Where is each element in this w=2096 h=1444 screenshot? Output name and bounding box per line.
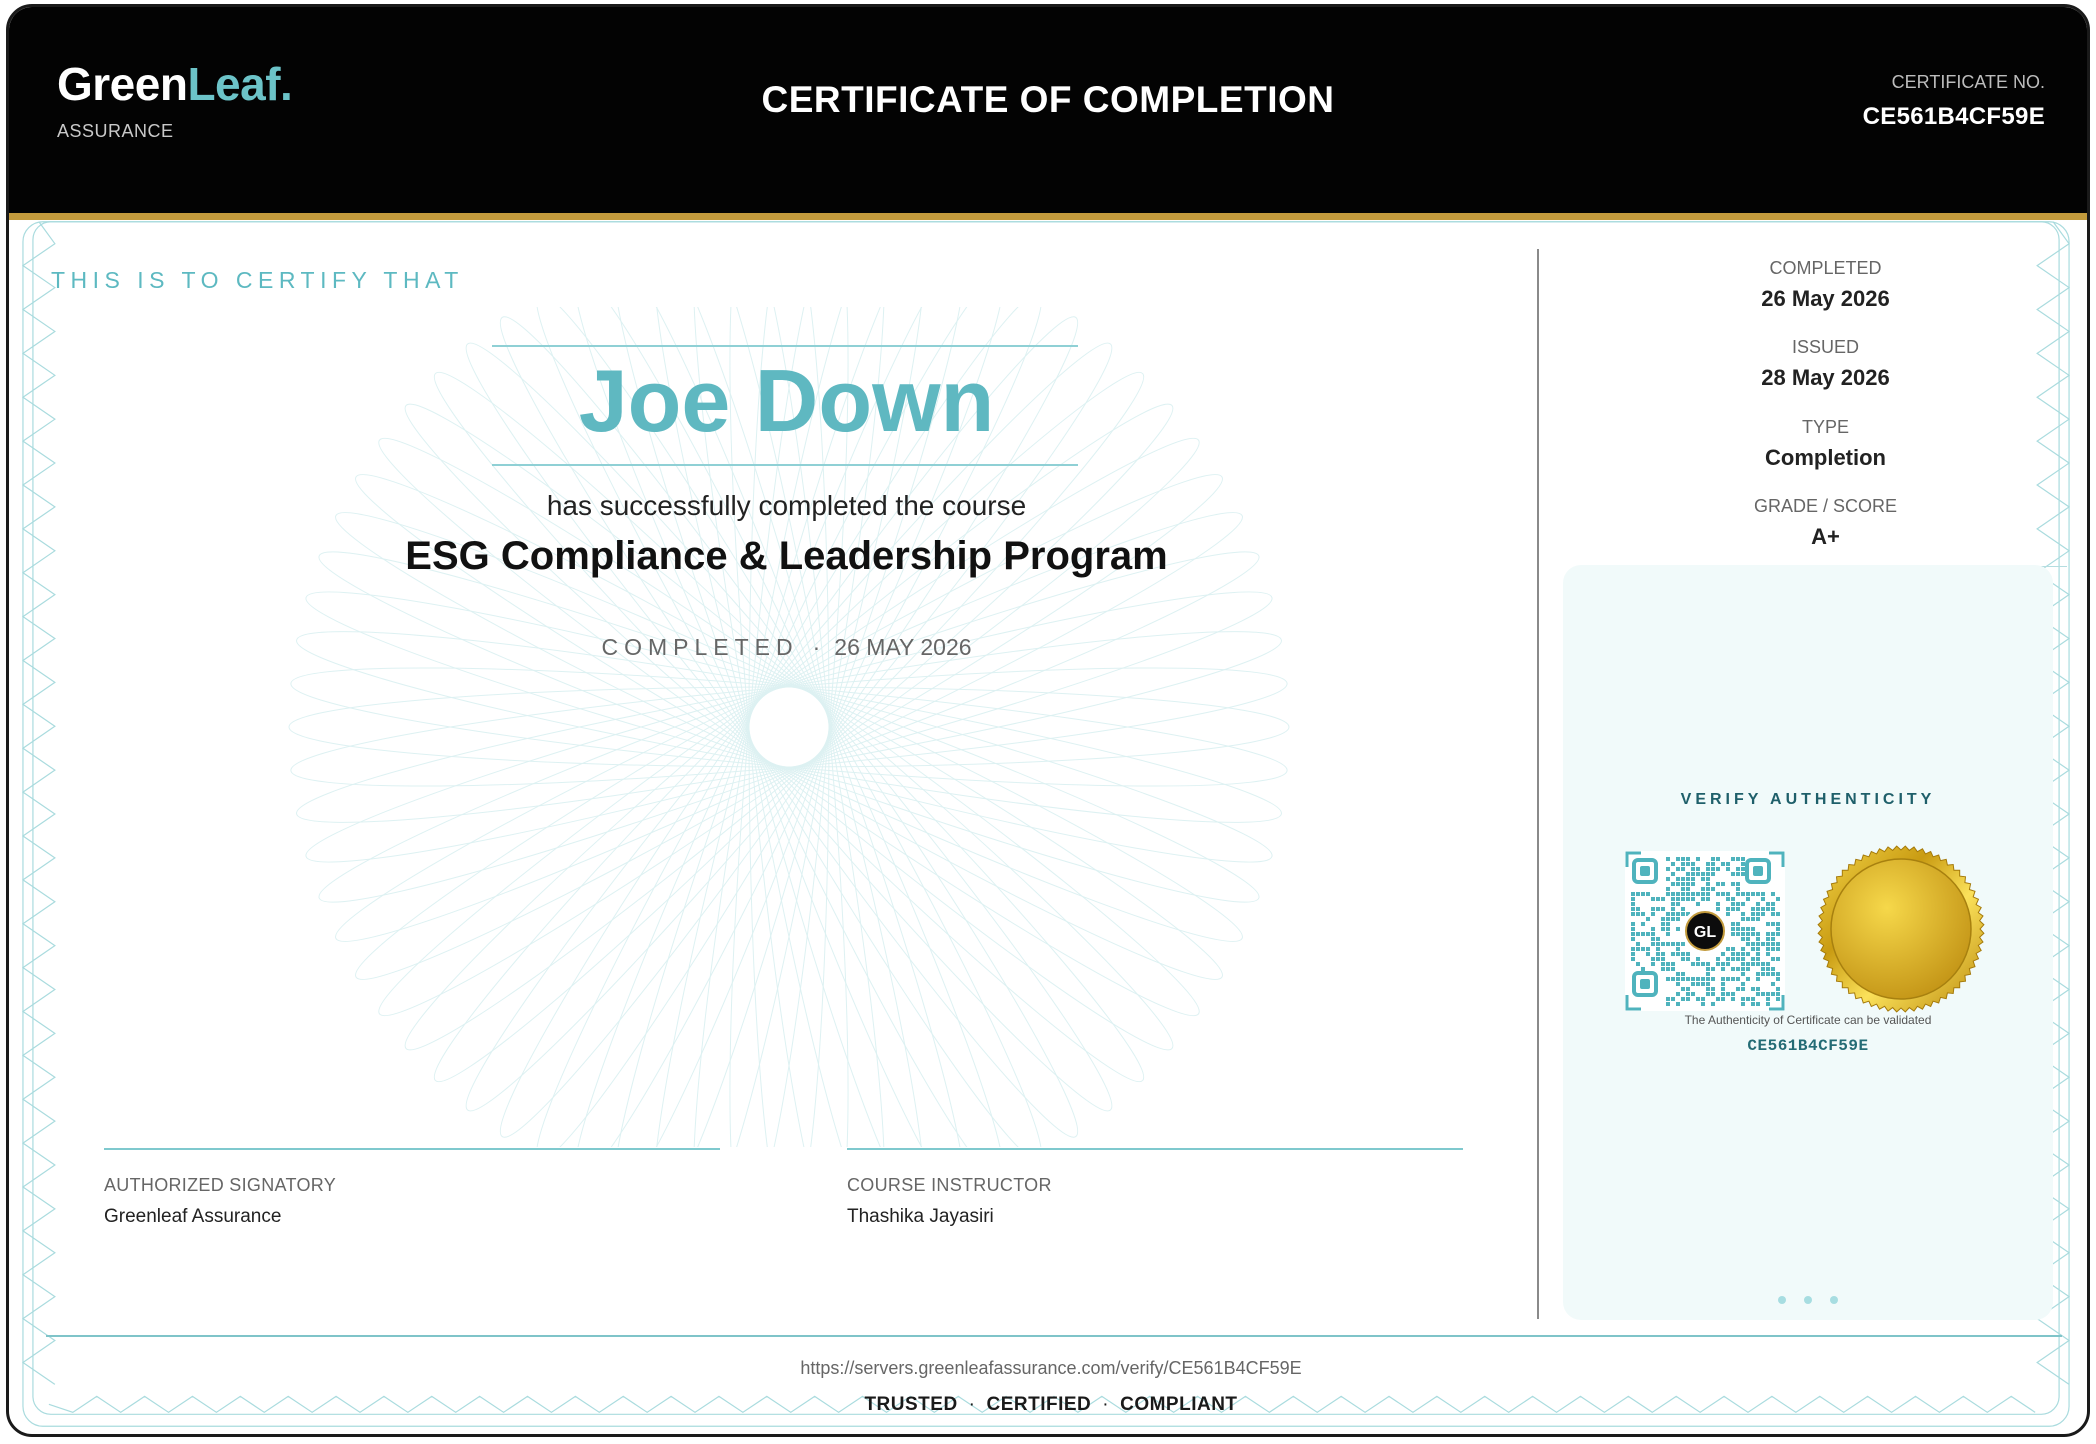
- verify-note: The Authenticity of Certificate can be v…: [1684, 1013, 1932, 1027]
- tag-trusted: TRUSTED: [864, 1394, 958, 1415]
- signature-role: AUTHORIZED SIGNATORY: [104, 1175, 337, 1195]
- verify-title: VERIFY AUTHENTICITY: [1680, 791, 1936, 808]
- verify-url[interactable]: https://servers.greenleafassurance.com/v…: [9, 1358, 2087, 1379]
- meta-value: A+: [1811, 524, 1840, 549]
- meta-label: GRADE / SCORE: [1753, 496, 1898, 516]
- certificate-number-value: CE561B4CF59E: [1862, 103, 2045, 130]
- meta-value: Completion: [1765, 445, 1886, 470]
- panel-dots: [1563, 1291, 2053, 1309]
- brand-subtitle: ASSURANCE: [57, 121, 174, 141]
- signature-line: [847, 1148, 1463, 1150]
- tag-compliant: COMPLIANT: [1120, 1394, 1238, 1415]
- footer-tagline: TRUSTED · CERTIFIED · COMPLIANT: [864, 1394, 1238, 1415]
- meta-value: 26 May 2026: [1761, 286, 1890, 311]
- signature-line: [104, 1148, 720, 1150]
- meta-label: ISSUED: [1791, 337, 1860, 357]
- certify-text: THIS IS TO CERTIFY THAT: [51, 267, 464, 293]
- certificate-number: CERTIFICATE NO. CE561B4CF59E: [1863, 72, 2045, 131]
- meta-issued: ISSUED 28 May 2026: [1574, 337, 2077, 391]
- signature-role: COURSE INSTRUCTOR: [847, 1175, 1052, 1195]
- verify-panel: VERIFY AUTHENTICITY GL The Authenticity …: [1563, 565, 2053, 1320]
- completion-intro: has successfully completed the course: [546, 490, 1027, 521]
- qr-logo-text: GL: [1694, 924, 1716, 941]
- certificate: GreenLeaf. ASSURANCE CERTIFICATE OF COMP…: [6, 4, 2090, 1437]
- header-bar: GreenLeaf. ASSURANCE CERTIFICATE OF COMP…: [9, 7, 2087, 220]
- footer-rule: [46, 1335, 2062, 1337]
- completed-label: COMPLETED: [601, 634, 799, 660]
- certificate-number-label: CERTIFICATE NO.: [1891, 72, 2045, 92]
- meta-label: COMPLETED: [1769, 258, 1882, 278]
- verify-code: CE561B4CF59E: [1747, 1037, 1869, 1055]
- name-top-rule: [492, 345, 1078, 347]
- meta-type: TYPE Completion: [1574, 417, 2077, 471]
- completed-line: COMPLETED · 26 MAY 2026: [9, 634, 1564, 661]
- meta-completed: COMPLETED 26 May 2026: [1574, 258, 2077, 312]
- signature-block-signatory: AUTHORIZED SIGNATORY Greenleaf Assurance: [104, 1148, 720, 1228]
- signature-name: Thashika Jayasiri: [847, 1206, 994, 1227]
- signature-block-instructor: COURSE INSTRUCTOR Thashika Jayasiri: [847, 1148, 1463, 1228]
- separator-dot: ·: [812, 634, 821, 660]
- vertical-divider: [1537, 249, 1539, 1319]
- recipient-name: Joe Down: [578, 351, 995, 450]
- course-title: ESG Compliance & Leadership Program: [405, 534, 1168, 578]
- qr-code-icon[interactable]: GL: [1625, 851, 1785, 1011]
- completed-date: 26 MAY 2026: [834, 634, 972, 660]
- name-bottom-rule: [492, 464, 1078, 466]
- tag-certified: CERTIFIED: [986, 1394, 1092, 1415]
- gold-seal-icon: [1817, 845, 1985, 1013]
- meta-label: TYPE: [1801, 417, 1849, 437]
- meta-value: 28 May 2026: [1761, 365, 1890, 390]
- meta-grade: GRADE / SCORE A+: [1574, 496, 2077, 550]
- signature-name: Greenleaf Assurance: [104, 1206, 282, 1227]
- certificate-title: CERTIFICATE OF COMPLETION: [761, 79, 1335, 120]
